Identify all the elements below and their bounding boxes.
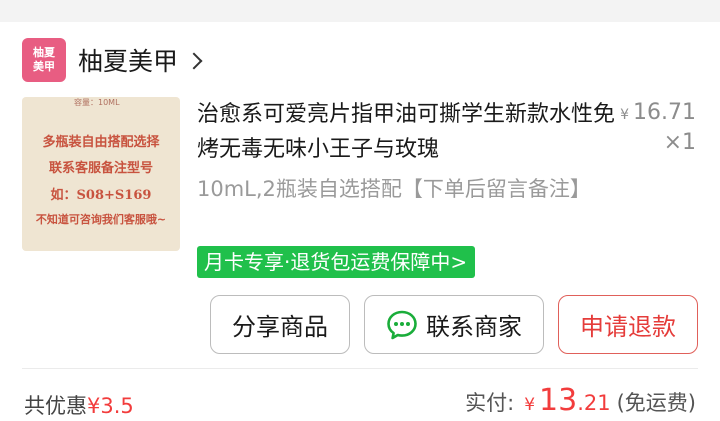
- paid-amount-int: 13: [539, 383, 578, 418]
- request-refund-button[interactable]: 申请退款: [558, 295, 698, 354]
- thumb-line-1: 多瓶装自由搭配选择: [42, 135, 160, 150]
- share-product-label: 分享商品: [232, 313, 328, 341]
- thumb-line-2: 联系客服备注型号: [48, 161, 153, 176]
- paid-summary: 实付: ¥ 13 .21 (免运费): [465, 383, 696, 418]
- discount-label: 共优惠: [24, 394, 87, 418]
- top-separator: [0, 0, 720, 22]
- store-name[interactable]: 柚夏美甲: [78, 42, 178, 78]
- product-quantity: ×1: [663, 130, 696, 155]
- thumb-line-3: 如：S08+S169: [50, 188, 152, 203]
- product-thumbnail[interactable]: 容量：10ML 多瓶装自由搭配选择 联系客服备注型号 如：S08+S169 不知…: [22, 97, 180, 251]
- promo-badge[interactable]: 月卡专享·退货包运费保障中>: [197, 246, 476, 278]
- paid-amount-dec: .21: [577, 391, 611, 415]
- price-currency: ¥: [620, 107, 630, 123]
- store-logo-line2: 美甲: [33, 60, 55, 73]
- product-title[interactable]: 治愈系可爱亮片指甲油可撕学生新款水性免烤无毒无味小王子与玫瑰: [197, 97, 617, 167]
- chevron-right-icon[interactable]: [185, 52, 203, 70]
- divider: [22, 368, 698, 369]
- shipping-note: (免运费): [616, 391, 696, 415]
- thumb-line-4: 不知道可咨询我们客服哦~: [35, 213, 167, 226]
- paid-label: 实付:: [465, 391, 515, 415]
- contact-seller-button[interactable]: 联系商家: [364, 295, 544, 354]
- share-product-button[interactable]: 分享商品: [210, 295, 350, 354]
- store-header[interactable]: 柚夏 美甲 柚夏美甲: [22, 38, 203, 82]
- store-logo-line1: 柚夏: [33, 46, 55, 59]
- discount-summary: 共优惠¥3.5: [24, 390, 134, 420]
- request-refund-label: 申请退款: [580, 313, 676, 341]
- chat-icon: [387, 310, 417, 339]
- thumb-capacity-tag: 容量：10ML: [74, 98, 120, 107]
- price-value: 16.71: [633, 100, 696, 125]
- product-price: ¥16.71: [620, 100, 696, 125]
- paid-currency: ¥: [524, 395, 536, 415]
- store-logo[interactable]: 柚夏 美甲: [22, 38, 66, 82]
- discount-amount: ¥3.5: [87, 394, 134, 418]
- contact-seller-label: 联系商家: [426, 313, 522, 341]
- product-spec: 10mL,2瓶装自选搭配【下单后留言备注】: [197, 177, 591, 201]
